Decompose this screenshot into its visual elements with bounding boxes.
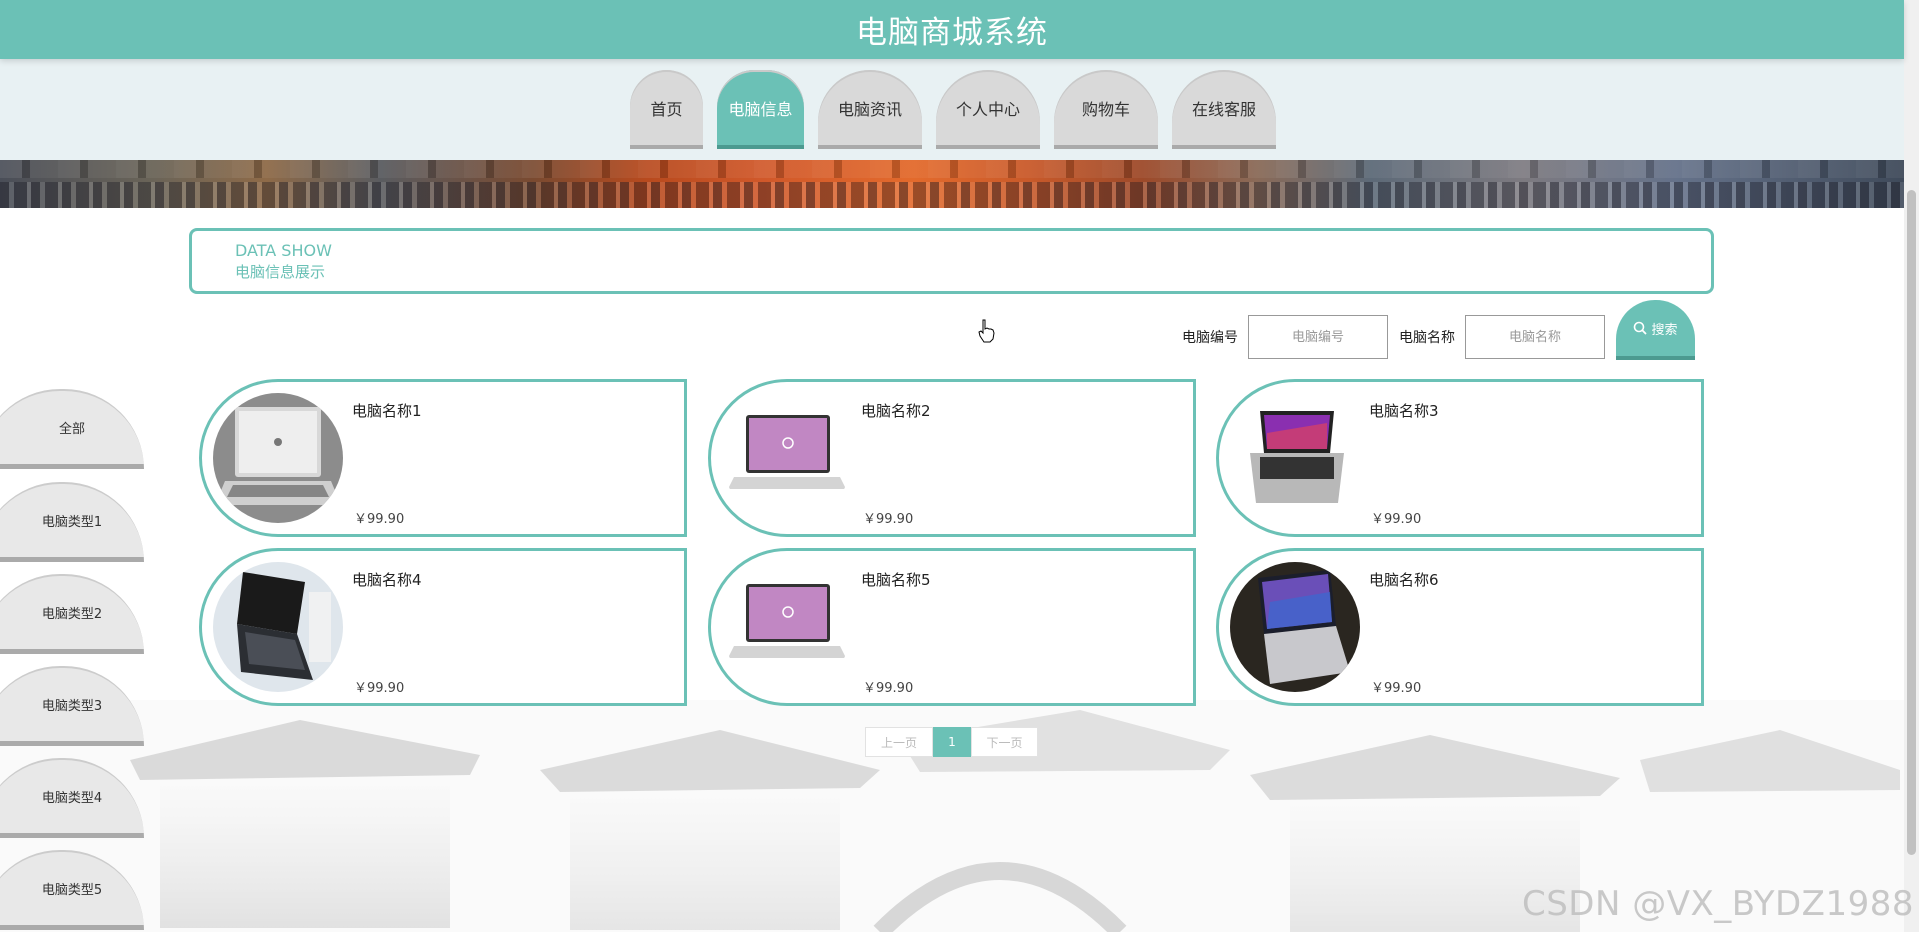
- product-price: ￥99.90: [354, 512, 405, 527]
- product-image: [213, 562, 343, 692]
- code-label: 电脑编号: [1182, 330, 1238, 346]
- data-show-title-en: DATA SHOW: [235, 241, 332, 260]
- name-input[interactable]: [1465, 315, 1605, 359]
- product-name: 电脑名称5: [861, 571, 931, 589]
- product-price: ￥99.90: [1371, 512, 1422, 527]
- data-show-panel: DATA SHOW 电脑信息展示: [189, 228, 1714, 294]
- site-header: 电脑商城系统: [0, 0, 1904, 59]
- product-name: 电脑名称4: [352, 571, 422, 589]
- name-label: 电脑名称: [1399, 330, 1455, 346]
- search-icon: [1634, 321, 1648, 335]
- next-page-button[interactable]: 下一页: [971, 727, 1038, 757]
- nav-home[interactable]: 首页: [630, 70, 703, 149]
- product-name: 电脑名称6: [1369, 571, 1439, 589]
- pagination: 上一页 1 下一页: [865, 727, 1038, 757]
- search-button-label: 搜索: [1651, 322, 1678, 338]
- product-price: ￥99.90: [1371, 681, 1422, 696]
- nav-computer-info[interactable]: 电脑信息: [717, 70, 804, 149]
- category-type-2[interactable]: 电脑类型2: [0, 574, 144, 654]
- product-card[interactable]: 电脑名称2 ￥99.90: [708, 379, 1196, 537]
- product-price: ￥99.90: [863, 681, 914, 696]
- category-type-1[interactable]: 电脑类型1: [0, 482, 144, 562]
- current-page[interactable]: 1: [933, 727, 971, 757]
- product-name: 电脑名称3: [1369, 402, 1439, 420]
- nav-personal-center[interactable]: 个人中心: [936, 70, 1040, 149]
- product-card[interactable]: 电脑名称5 ￥99.90: [708, 548, 1196, 706]
- product-card[interactable]: 电脑名称1 ￥99.90: [199, 379, 687, 537]
- site-title: 电脑商城系统: [856, 15, 1048, 51]
- code-input[interactable]: [1248, 315, 1388, 359]
- category-all[interactable]: 全部: [0, 389, 144, 469]
- product-name: 电脑名称1: [352, 402, 422, 420]
- product-price: ￥99.90: [354, 681, 405, 696]
- search-button[interactable]: 搜索: [1616, 300, 1695, 360]
- product-image: [722, 393, 852, 523]
- search-bar: 电脑编号 电脑名称 搜索: [1182, 300, 1695, 367]
- product-image: [722, 562, 852, 692]
- product-image: [1230, 562, 1360, 692]
- data-show-title-zh: 电脑信息展示: [235, 263, 326, 281]
- nav-online-service[interactable]: 在线客服: [1172, 70, 1276, 149]
- product-card[interactable]: 电脑名称6 ￥99.90: [1216, 548, 1704, 706]
- category-type-3[interactable]: 电脑类型3: [0, 666, 144, 746]
- product-image: [213, 393, 343, 523]
- city-banner-image: [0, 160, 1904, 208]
- product-card[interactable]: 电脑名称3 ￥99.90: [1216, 379, 1704, 537]
- page-scrollbar[interactable]: [1904, 0, 1919, 932]
- product-price: ￥99.90: [863, 512, 914, 527]
- watermark-text: CSDN @VX_BYDZ1988: [1521, 884, 1914, 924]
- product-image: [1230, 393, 1360, 523]
- prev-page-button[interactable]: 上一页: [865, 727, 933, 757]
- main-nav: 首页 电脑信息 电脑资讯 个人中心 购物车 在线客服: [630, 70, 1276, 149]
- product-card[interactable]: 电脑名称4 ￥99.90: [199, 548, 687, 706]
- product-name: 电脑名称2: [861, 402, 931, 420]
- hand-cursor-icon: [978, 319, 995, 343]
- scrollbar-thumb[interactable]: [1907, 190, 1916, 855]
- nav-computer-news[interactable]: 电脑资讯: [818, 70, 922, 149]
- nav-shopping-cart[interactable]: 购物车: [1054, 70, 1158, 149]
